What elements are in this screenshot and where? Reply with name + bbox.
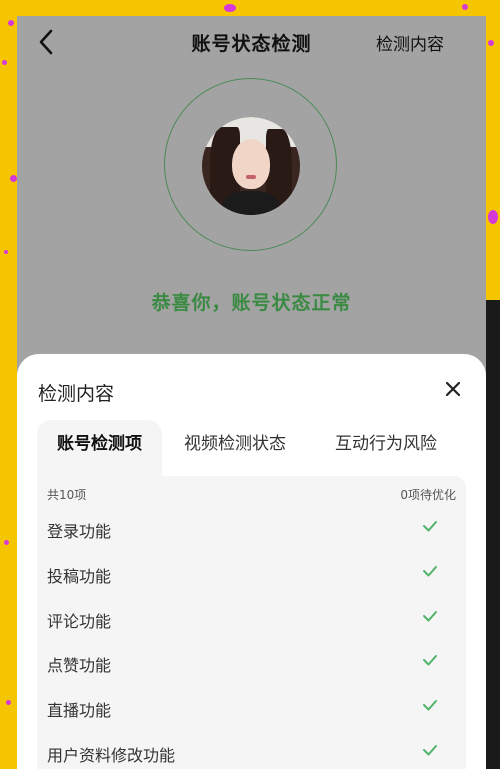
item-label: 点赞功能 [47,656,112,675]
list-item: 登录功能 [47,508,446,552]
list-item: 投稿功能 [47,553,446,597]
tab-bar: 账号检测项 视频检测状态 互动行为风险 [37,420,467,476]
item-label: 登录功能 [47,522,112,541]
top-bar: 账号状态检测 检测内容 [17,16,486,68]
item-label: 投稿功能 [47,567,112,586]
avatar-lips [246,175,256,179]
detection-content-link[interactable]: 检测内容 [376,30,444,55]
item-label: 直播功能 [47,701,112,720]
check-icon [423,700,437,711]
decor-dot [10,175,17,182]
decor-dot [488,40,494,46]
app-screen: 账号状态检测 检测内容 恭喜你，账号状态正常 检测内容 账号检测项 视频检测状态… [17,16,486,769]
list-item: 点赞功能 [47,642,446,686]
pending-count: 0项待优化 [400,488,456,502]
check-icon [423,521,437,532]
avatar-face [232,139,270,189]
item-label: 评论功能 [47,612,112,631]
decor-dot [6,700,11,705]
account-status-message: 恭喜你，账号状态正常 [151,292,352,314]
tab-video-status[interactable]: 视频检测状态 [184,420,286,476]
decor-dot [8,20,14,26]
decor-dot [4,540,9,545]
tab-account-items[interactable]: 账号检测项 [37,420,162,476]
avatar-clothing [222,191,280,215]
decor-dot [2,60,7,65]
list-item: 直播功能 [47,687,446,731]
check-icon [423,745,437,756]
total-count: 共10项 [47,488,87,502]
items-panel: 共10项 0项待优化 登录功能 投稿功能 评论功能 点赞功能 直播功能 用户资料… [37,476,466,769]
close-icon[interactable] [444,380,462,398]
decor-dot [488,210,498,224]
list-item: 评论功能 [47,598,446,642]
decor-dot [4,250,8,254]
tab-interaction-risk[interactable]: 互动行为风险 [335,420,437,476]
sheet-title: 检测内容 [38,383,115,405]
check-icon [423,566,437,577]
panel-summary: 共10项 0项待优化 [47,486,456,503]
detection-sheet: 检测内容 账号检测项 视频检测状态 互动行为风险 共10项 0项待优化 登录功能… [17,354,486,769]
list-item: 用户资料修改功能 [47,732,446,769]
check-icon [423,655,437,666]
decor-dot [224,4,236,12]
check-icon [423,611,437,622]
avatar [202,117,300,215]
item-label: 用户资料修改功能 [47,746,176,765]
decor-dot [462,4,468,10]
